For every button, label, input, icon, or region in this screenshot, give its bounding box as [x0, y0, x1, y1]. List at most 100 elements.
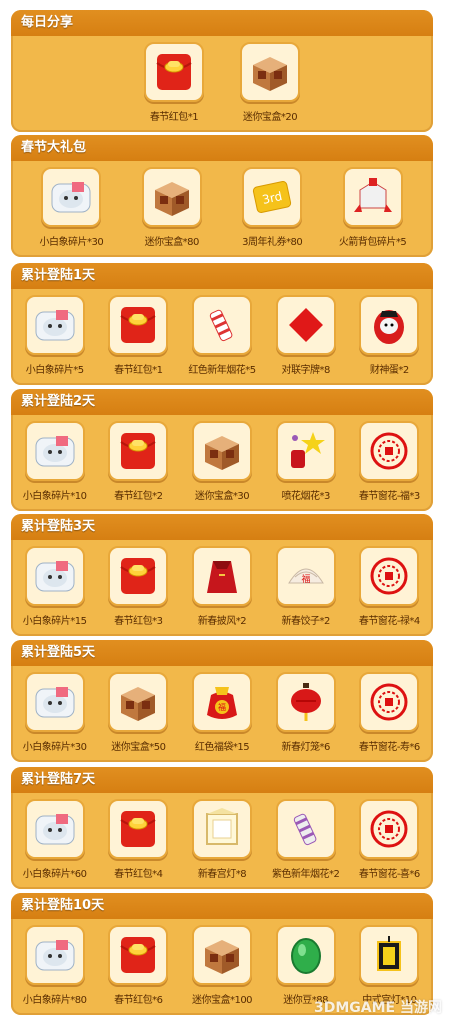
- watermark: 3DMGAME 当游网: [314, 1000, 442, 1016]
- reward-item[interactable]: 迷你豆*88: [266, 925, 346, 1006]
- reward-item[interactable]: 迷你宝盒*50: [98, 672, 178, 753]
- couplet-icon: [275, 295, 336, 355]
- reward-item[interactable]: 春节红包*3: [98, 546, 178, 627]
- svg-text:福: 福: [301, 573, 310, 585]
- reward-item[interactable]: 春节红包*6: [98, 925, 178, 1006]
- reward-items: 小白象碎片*15 春节红包*3 新春披风*2 福新春饺子*2 春节窗花-禄*4: [11, 540, 433, 636]
- reward-item[interactable]: 迷你宝盒*80: [132, 167, 212, 248]
- reward-label: 新春饺子*2: [281, 616, 330, 627]
- reward-label: 小白象碎片*15: [22, 616, 87, 627]
- treasure-box-icon: [192, 421, 252, 481]
- reward-label: 迷你宝盒*80: [144, 237, 200, 248]
- reward-item[interactable]: 财神蛋*2: [349, 295, 429, 376]
- reward-item[interactable]: 紫色新年烟花*2: [266, 799, 346, 880]
- reward-item[interactable]: 福新春饺子*2: [266, 546, 346, 627]
- elephant-shard-icon: [41, 167, 102, 227]
- reward-label: 新春宫灯*8: [197, 869, 247, 880]
- paper-cut-icon: [359, 799, 420, 859]
- reward-label: 春节窗花-福*3: [358, 491, 420, 502]
- reward-item[interactable]: 中式宫灯*10: [349, 925, 429, 1006]
- reward-item[interactable]: 3rd 3周年礼券*80: [232, 167, 312, 248]
- reward-item[interactable]: 喷花烟花*3: [266, 421, 346, 502]
- reward-item[interactable]: 春节红包*4: [98, 799, 178, 880]
- panel-title: 每日分享: [11, 10, 433, 36]
- red-envelope-icon: [108, 421, 169, 481]
- treasure-box-icon: [108, 672, 169, 732]
- mini-bean-icon: [275, 925, 336, 985]
- firework-icon: [192, 295, 252, 355]
- reward-item[interactable]: 小白象碎片*60: [15, 799, 95, 880]
- reward-label: 小白象碎片*80: [22, 995, 87, 1006]
- reward-label: 迷你宝盒*100: [191, 995, 253, 1006]
- reward-label: 春节红包*2: [114, 491, 163, 502]
- reward-item[interactable]: 小白象碎片*80: [15, 925, 95, 1006]
- reward-label: 小白象碎片*5: [25, 365, 84, 376]
- reward-item[interactable]: 春节窗花-寿*6: [349, 672, 429, 753]
- reward-label: 小白象碎片*30: [22, 742, 87, 753]
- elephant-shard-icon: [24, 295, 85, 355]
- svg-text:福: 福: [218, 703, 226, 712]
- elephant-shard-icon: [24, 672, 85, 732]
- red-envelope-icon: [108, 799, 169, 859]
- reward-item[interactable]: 对联字牌*8: [266, 295, 346, 376]
- reward-item[interactable]: 春节红包*1: [98, 295, 178, 376]
- palace-lamp-icon: [192, 799, 252, 859]
- reward-item[interactable]: 新春宫灯*8: [182, 799, 262, 880]
- reward-item[interactable]: 福红色福袋*15: [182, 672, 262, 753]
- reward-label: 春节红包*1: [114, 365, 163, 376]
- reward-label: 小白象碎片*10: [22, 491, 87, 502]
- reward-item[interactable]: 春节窗花-福*3: [349, 421, 429, 502]
- sparkler-firework-icon: [275, 421, 336, 481]
- reward-item[interactable]: 小白象碎片*15: [15, 546, 95, 627]
- reward-item[interactable]: 春节红包*2: [98, 421, 178, 502]
- reward-item[interactable]: 小白象碎片*30: [15, 672, 95, 753]
- reward-item[interactable]: 红色新年烟花*5: [182, 295, 262, 376]
- reward-panel: 每日分享 春节红包*1 迷你宝盒*20: [11, 10, 433, 132]
- treasure-box-icon: [141, 167, 202, 227]
- reward-items: 小白象碎片*30 迷你宝盒*50 福红色福袋*15 新春灯笼*6 春节窗花-寿*6: [11, 666, 433, 762]
- reward-panel: 累计登陆5天 小白象碎片*30 迷你宝盒*50 福红色福袋*15 新春灯笼*6 春节窗花-…: [11, 640, 433, 762]
- reward-panel: 春节大礼包小白象碎片*30 迷你宝盒*80 3rd 3周年礼券*80 火箭背包碎片*5: [11, 135, 433, 257]
- fortune-egg-icon: [359, 295, 420, 355]
- reward-item[interactable]: 迷你宝盒*100: [182, 925, 262, 1006]
- reward-item[interactable]: 小白象碎片*5: [15, 295, 95, 376]
- reward-item[interactable]: 新春灯笼*6: [266, 672, 346, 753]
- elephant-shard-icon: [24, 421, 85, 481]
- reward-panel: 累计登陆1天小白象碎片*5 春节红包*1 红色新年烟花*5 对联字牌*8 财神蛋*2: [11, 263, 433, 385]
- reward-item[interactable]: 春节窗花-喜*6: [349, 799, 429, 880]
- lucky-bag-icon: 福: [192, 672, 252, 732]
- reward-label: 新春披风*2: [197, 616, 247, 627]
- reward-label: 新春灯笼*6: [281, 742, 330, 753]
- panel-title: 累计登陆7天: [11, 767, 433, 793]
- reward-label: 春节红包*6: [114, 995, 163, 1006]
- panel-title: 累计登陆3天: [11, 514, 433, 540]
- panel-title: 累计登陆1天: [11, 263, 433, 289]
- reward-label: 紫色新年烟花*2: [271, 869, 340, 880]
- reward-label: 春节窗花-禄*4: [358, 616, 420, 627]
- treasure-box-icon: [192, 925, 252, 985]
- reward-item[interactable]: 小白象碎片*30: [31, 167, 111, 248]
- reward-item[interactable]: 春节窗花-禄*4: [349, 546, 429, 627]
- reward-label: 对联字牌*8: [281, 365, 330, 376]
- chinese-lamp-icon: [359, 925, 420, 985]
- panel-title: 春节大礼包: [11, 135, 433, 161]
- reward-items: 春节红包*1 迷你宝盒*20: [11, 36, 433, 132]
- reward-label: 迷你宝盒*30: [194, 491, 250, 502]
- panel-title: 累计登陆10天: [11, 893, 433, 919]
- reward-item[interactable]: 火箭背包碎片*5: [333, 167, 413, 248]
- elephant-shard-icon: [24, 799, 85, 859]
- reward-item[interactable]: 春节红包*1: [134, 42, 214, 123]
- reward-label: 春节红包*4: [114, 869, 163, 880]
- reward-item[interactable]: 小白象碎片*10: [15, 421, 95, 502]
- treasure-box-icon: [240, 42, 300, 102]
- reward-item[interactable]: 迷你宝盒*30: [182, 421, 262, 502]
- reward-items: 小白象碎片*30 迷你宝盒*80 3rd 3周年礼券*80 火箭背包碎片*5: [11, 161, 433, 257]
- reward-item[interactable]: 新春披风*2: [182, 546, 262, 627]
- paper-cut-icon: [359, 421, 420, 481]
- reward-panel: 累计登陆2天小白象碎片*10 春节红包*2 迷你宝盒*30 喷花烟花*3 春节窗花-福*…: [11, 389, 433, 511]
- reward-item[interactable]: 迷你宝盒*20: [230, 42, 310, 123]
- reward-label: 小白象碎片*30: [39, 237, 104, 248]
- panel-title: 累计登陆2天: [11, 389, 433, 415]
- reward-label: 红色福袋*15: [194, 742, 250, 753]
- red-envelope-icon: [144, 42, 204, 102]
